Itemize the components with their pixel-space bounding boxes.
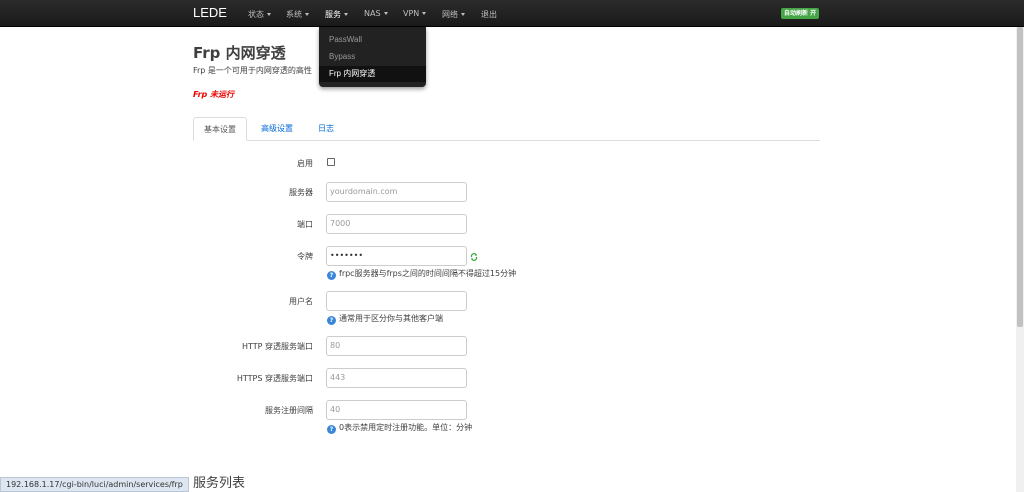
server-label: 服务器 bbox=[289, 188, 313, 197]
interval-help: ? 0表示禁用定时注册功能。单位：分钟 bbox=[327, 422, 472, 434]
page-description: Frp 是一个可用于内网穿透的高性 bbox=[193, 66, 312, 75]
http-port-input[interactable]: 80 bbox=[326, 336, 467, 356]
chevron-down-icon bbox=[422, 12, 427, 15]
scrollbar-thumb[interactable] bbox=[1017, 27, 1023, 327]
chevron-down-icon bbox=[305, 13, 309, 16]
enable-label: 启用 bbox=[297, 159, 313, 168]
token-help-text: frpc服务器与frps之间的时间间隔不得超过15分钟 bbox=[339, 269, 517, 278]
menu-system-label: 系统 bbox=[286, 10, 302, 19]
server-input[interactable]: yourdomain.com bbox=[326, 182, 467, 202]
page-scrollbar[interactable] bbox=[1016, 27, 1024, 492]
menu-network[interactable]: 网络 bbox=[442, 9, 465, 21]
https-port-input[interactable]: 443 bbox=[326, 368, 467, 388]
top-navbar: LEDE 状态 系统 服务 NAS VPN 网络 退出 自动刷新 开 bbox=[0, 0, 1024, 27]
service-status: Frp 未运行 bbox=[193, 90, 235, 99]
dropdown-item-passwall[interactable]: PassWall bbox=[319, 32, 426, 48]
tab-log[interactable]: 日志 bbox=[308, 117, 344, 141]
enable-checkbox[interactable] bbox=[327, 158, 335, 166]
chevron-down-icon bbox=[267, 13, 271, 16]
help-circle-icon: ? bbox=[327, 271, 336, 280]
tab-advanced-settings[interactable]: 高级设置 bbox=[251, 117, 303, 141]
menu-nas[interactable]: NAS bbox=[364, 9, 388, 21]
token-help: ? frpc服务器与frps之间的时间间隔不得超过15分钟 bbox=[327, 268, 516, 280]
menu-services-label: 服务 bbox=[325, 10, 341, 19]
tab-basic-settings[interactable]: 基本设置 bbox=[193, 117, 247, 141]
chevron-down-icon bbox=[344, 13, 348, 16]
dropdown-item-frp[interactable]: Frp 内网穿透 bbox=[319, 66, 426, 82]
username-help: ? 通常用于区分你与其他客户端 bbox=[327, 313, 443, 325]
page-title: Frp 内网穿透 bbox=[193, 44, 286, 62]
browser-status-url: 192.168.1.17/cgi-bin/luci/admin/services… bbox=[0, 477, 189, 492]
port-label: 端口 bbox=[297, 220, 313, 229]
menu-vpn-label: VPN bbox=[403, 9, 420, 18]
menu-services[interactable]: 服务 bbox=[325, 9, 348, 21]
port-input[interactable]: 7000 bbox=[326, 214, 467, 234]
logout-link[interactable]: 退出 bbox=[481, 9, 497, 21]
chevron-down-icon bbox=[461, 13, 465, 16]
token-input[interactable]: ••••••• bbox=[326, 246, 467, 266]
menu-nas-label: NAS bbox=[364, 9, 381, 18]
reveal-password-icon[interactable] bbox=[470, 253, 478, 261]
token-label: 令牌 bbox=[297, 252, 313, 261]
username-help-text: 通常用于区分你与其他客户端 bbox=[339, 314, 443, 323]
auto-refresh-badge[interactable]: 自动刷新 开 bbox=[781, 8, 820, 19]
help-circle-icon: ? bbox=[327, 316, 336, 325]
interval-label: 服务注册间隔 bbox=[265, 406, 313, 415]
tab-bar: 基本设置 高级设置 日志 bbox=[193, 117, 820, 141]
brand-logo[interactable]: LEDE bbox=[193, 5, 227, 20]
interval-input[interactable]: 40 bbox=[326, 400, 467, 420]
dropdown-item-bypass[interactable]: Bypass bbox=[319, 49, 426, 65]
menu-system[interactable]: 系统 bbox=[286, 9, 309, 21]
https-port-label: HTTPS 穿透服务端口 bbox=[236, 374, 313, 383]
menu-status-label: 状态 bbox=[248, 10, 264, 19]
menu-vpn[interactable]: VPN bbox=[403, 9, 427, 21]
menu-status[interactable]: 状态 bbox=[248, 9, 271, 21]
section-title-service-list: 服务列表 bbox=[193, 476, 246, 491]
menu-network-label: 网络 bbox=[442, 10, 458, 19]
http-port-label: HTTP 穿透服务端口 bbox=[241, 342, 313, 351]
help-circle-icon: ? bbox=[327, 425, 336, 434]
interval-help-text: 0表示禁用定时注册功能。单位：分钟 bbox=[339, 423, 473, 432]
username-input[interactable] bbox=[326, 291, 467, 311]
chevron-down-icon bbox=[383, 12, 388, 15]
services-dropdown-menu: PassWall Bypass Frp 内网穿透 bbox=[319, 27, 426, 87]
username-label: 用户名 bbox=[289, 297, 313, 306]
